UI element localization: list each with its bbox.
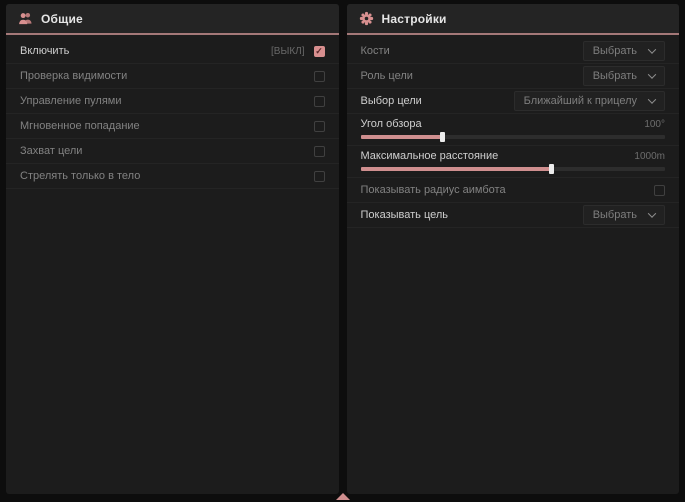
body-only-checkbox[interactable] bbox=[314, 171, 325, 182]
visibility-check-checkbox[interactable] bbox=[314, 71, 325, 82]
row-show-target: Показывать цель Выбрать bbox=[347, 203, 680, 228]
enable-checkbox[interactable] bbox=[314, 46, 325, 57]
row-fov-label: Угол обзора bbox=[361, 118, 422, 130]
row-bullet-control-label: Управление пулями bbox=[20, 95, 122, 107]
panel-settings-header: Настройки bbox=[347, 4, 680, 33]
scroll-indicator-triangle[interactable] bbox=[336, 493, 350, 500]
row-target-selection-label: Выбор цели bbox=[361, 95, 422, 107]
row-body-only-label: Стрелять только в тело bbox=[20, 170, 140, 182]
row-enable-label: Включить bbox=[20, 45, 69, 57]
instant-hit-checkbox[interactable] bbox=[314, 121, 325, 132]
bones-dropdown[interactable]: Выбрать bbox=[583, 41, 665, 61]
general-rows: Включить [ВЫКЛ] Проверка видимости Управ… bbox=[6, 35, 339, 189]
panel-general: Общие Включить [ВЫКЛ] Проверка видимости… bbox=[6, 4, 339, 494]
max-distance-value: 1000m bbox=[634, 151, 665, 162]
slider-thumb[interactable] bbox=[549, 164, 554, 174]
show-target-dropdown[interactable]: Выбрать bbox=[583, 205, 665, 225]
fov-slider[interactable] bbox=[361, 135, 666, 139]
panel-settings: Настройки Кости Выбрать Роль цели Выбрат… bbox=[347, 4, 680, 494]
row-instant-hit: Мгновенное попадание bbox=[6, 114, 339, 139]
row-target-selection: Выбор цели Ближайший к прицелу bbox=[347, 89, 680, 114]
row-bones-label: Кости bbox=[361, 45, 390, 57]
users-icon bbox=[18, 11, 33, 26]
row-target-role-label: Роль цели bbox=[361, 70, 413, 82]
chevron-down-icon bbox=[648, 95, 656, 103]
row-target-role: Роль цели Выбрать bbox=[347, 64, 680, 89]
row-visibility-check-label: Проверка видимости bbox=[20, 70, 127, 82]
settings-rows: Кости Выбрать Роль цели Выбрать Выбор це… bbox=[347, 35, 680, 228]
max-distance-slider[interactable] bbox=[361, 167, 666, 171]
mod-menu: Общие Включить [ВЫКЛ] Проверка видимости… bbox=[0, 0, 685, 502]
row-instant-hit-label: Мгновенное попадание bbox=[20, 120, 140, 132]
slider-thumb[interactable] bbox=[440, 132, 445, 142]
panel-general-header: Общие bbox=[6, 4, 339, 33]
row-max-distance-label: Максимальное расстояние bbox=[361, 150, 499, 162]
row-visibility-check: Проверка видимости bbox=[6, 64, 339, 89]
bullet-control-checkbox[interactable] bbox=[314, 96, 325, 107]
target-selection-dropdown[interactable]: Ближайший к прицелу bbox=[514, 91, 665, 111]
target-lock-checkbox[interactable] bbox=[314, 146, 325, 157]
row-fov: Угол обзора 100° bbox=[347, 114, 680, 146]
row-show-target-label: Показывать цель bbox=[361, 209, 449, 221]
panel-general-title: Общие bbox=[41, 12, 83, 26]
row-target-lock: Захват цели bbox=[6, 139, 339, 164]
fov-value: 100° bbox=[644, 119, 665, 130]
row-show-aimbot-radius-label: Показывать радиус аимбота bbox=[361, 184, 506, 196]
hotkey-state-hint: [ВЫКЛ] bbox=[271, 46, 304, 57]
row-target-lock-label: Захват цели bbox=[20, 145, 82, 157]
gear-icon bbox=[359, 11, 374, 26]
row-bullet-control: Управление пулями bbox=[6, 89, 339, 114]
show-aimbot-radius-checkbox[interactable] bbox=[654, 185, 665, 196]
chevron-down-icon bbox=[648, 45, 656, 53]
row-bones: Кости Выбрать bbox=[347, 39, 680, 64]
row-body-only: Стрелять только в тело bbox=[6, 164, 339, 189]
chevron-down-icon bbox=[648, 209, 656, 217]
row-show-aimbot-radius: Показывать радиус аимбота bbox=[347, 178, 680, 203]
target-role-dropdown[interactable]: Выбрать bbox=[583, 66, 665, 86]
row-max-distance: Максимальное расстояние 1000m bbox=[347, 146, 680, 178]
row-enable: Включить [ВЫКЛ] bbox=[6, 39, 339, 64]
panel-settings-title: Настройки bbox=[382, 12, 447, 26]
chevron-down-icon bbox=[648, 70, 656, 78]
